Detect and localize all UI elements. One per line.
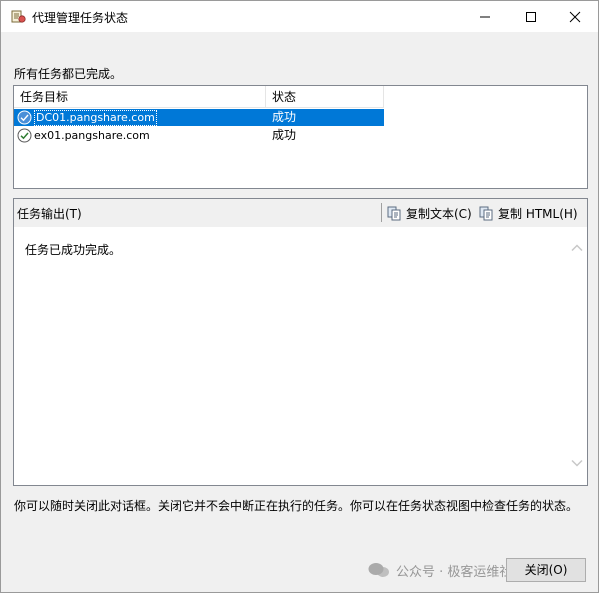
- task-list[interactable]: 任务目标 状态 DC01.pangshare.com 成功 ex01.pangs…: [13, 85, 588, 189]
- table-row[interactable]: DC01.pangshare.com 成功: [14, 109, 384, 126]
- maximize-button[interactable]: [508, 1, 554, 32]
- target-name: DC01.pangshare.com: [34, 109, 157, 126]
- target-name: ex01.pangshare.com: [34, 129, 150, 142]
- info-message: 你可以随时关闭此对话框。关闭它并不会中断正在执行的任务。你可以在任务状态视图中检…: [14, 499, 579, 513]
- task-status-dialog: 代理管理任务状态 所有任务都已完成。 任务目标 状态 DC01.pangshar…: [0, 0, 599, 593]
- table-row[interactable]: ex01.pangshare.com 成功: [14, 127, 384, 144]
- copy-text-label: 复制文本(C): [406, 206, 472, 221]
- summary-status: 所有任务都已完成。: [14, 67, 123, 81]
- maximize-icon: [526, 11, 536, 22]
- column-header-target[interactable]: 任务目标: [14, 86, 266, 108]
- success-check-icon: [17, 110, 32, 125]
- close-window-button[interactable]: [552, 1, 598, 32]
- row-status: 成功: [272, 128, 297, 142]
- title-bar[interactable]: 代理管理任务状态: [1, 1, 598, 32]
- chevron-down-icon[interactable]: [570, 456, 584, 470]
- task-output-panel: 任务输出(T) 复制文本(C) 复制 HTML(H) 任务已成功完成。: [13, 198, 588, 486]
- copy-icon: [479, 206, 493, 220]
- app-icon: [11, 10, 26, 23]
- watermark-text: 公众号 · 极客运维社: [396, 564, 513, 580]
- minimize-button[interactable]: [462, 1, 508, 32]
- copy-html-label: 复制 HTML(H): [498, 206, 578, 221]
- window-title: 代理管理任务状态: [32, 11, 129, 25]
- minimize-icon: [480, 16, 490, 17]
- column-header-status[interactable]: 状态: [266, 86, 384, 108]
- copy-text-button[interactable]: 复制文本(C): [387, 203, 472, 223]
- copy-icon: [387, 206, 401, 220]
- output-text-area[interactable]: 任务已成功完成。: [14, 227, 587, 485]
- output-label: 任务输出(T): [17, 207, 82, 221]
- close-button[interactable]: 关闭(O): [506, 558, 586, 582]
- row-target: ex01.pangshare.com: [17, 127, 266, 144]
- row-target: DC01.pangshare.com: [17, 109, 266, 126]
- chevron-up-icon[interactable]: [570, 241, 584, 255]
- success-check-icon: [17, 128, 32, 143]
- wechat-logo-icon: [368, 563, 389, 577]
- list-header: 任务目标 状态: [14, 86, 384, 108]
- row-status: 成功: [272, 110, 297, 124]
- copy-html-button[interactable]: 复制 HTML(H): [479, 203, 578, 223]
- output-toolbar: 任务输出(T) 复制文本(C) 复制 HTML(H): [14, 199, 587, 226]
- output-content: 任务已成功完成。: [25, 243, 122, 257]
- toolbar-separator: [381, 203, 382, 222]
- watermark: 公众号 · 极客运维社: [368, 559, 512, 581]
- close-icon: [569, 11, 581, 22]
